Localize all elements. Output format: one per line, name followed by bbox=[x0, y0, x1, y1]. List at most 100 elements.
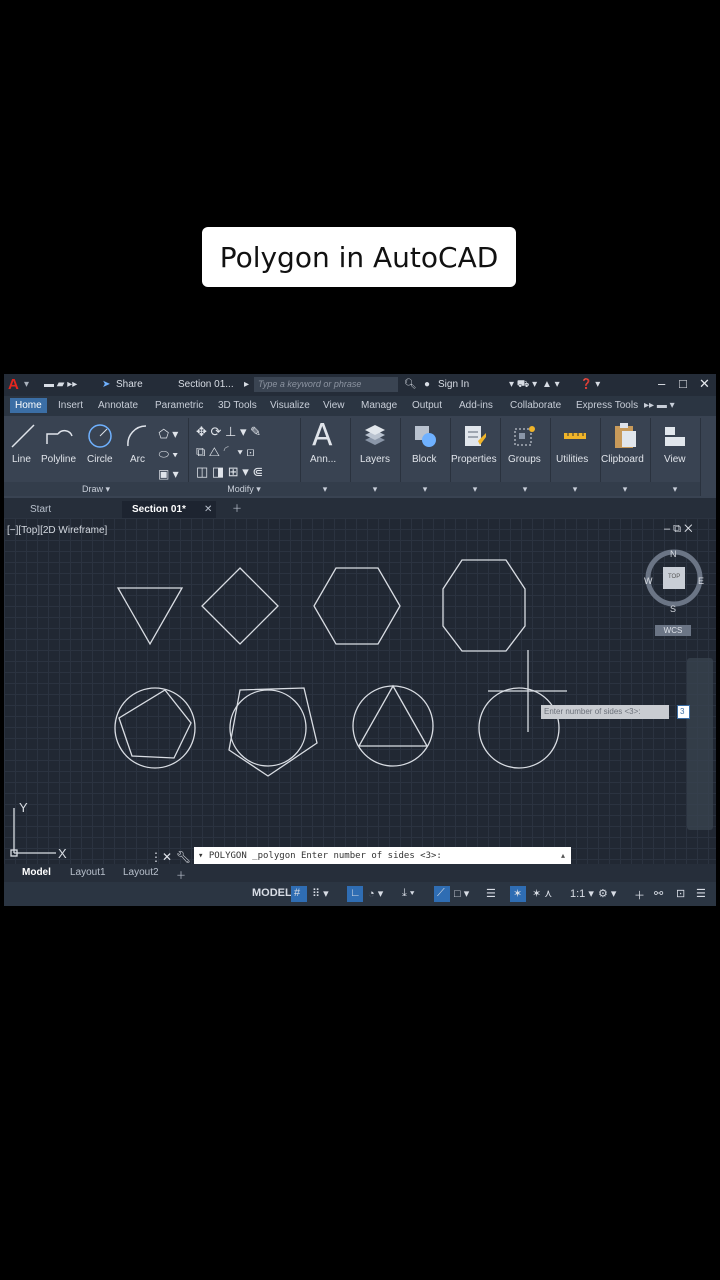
dropdown-icon[interactable]: ▾ bbox=[24, 379, 29, 390]
annotation-button[interactable]: Ann... bbox=[310, 454, 336, 465]
search-input[interactable]: Type a keyword or phrase bbox=[254, 377, 398, 392]
line-button[interactable]: Line bbox=[12, 454, 31, 465]
tab-annotate[interactable]: Annotate bbox=[98, 400, 138, 411]
workspace-gear-icon[interactable]: ⚙ ▾ bbox=[598, 887, 616, 900]
groups-panel-expander[interactable]: ▾ bbox=[500, 482, 550, 496]
clipboard-icon[interactable] bbox=[612, 421, 638, 449]
circle-icon[interactable] bbox=[86, 422, 114, 450]
compass-west[interactable]: W bbox=[644, 576, 653, 586]
cart-icon[interactable]: ▾ ⛟ ▾ bbox=[509, 379, 537, 392]
layers-button[interactable]: Layers bbox=[360, 454, 390, 465]
view-panel-expander[interactable]: ▾ bbox=[650, 482, 700, 496]
customize-icon[interactable]: 🔧︎ bbox=[176, 850, 191, 864]
command-close-icon[interactable]: ⋮✕ bbox=[150, 850, 172, 864]
measure-icon[interactable] bbox=[562, 423, 588, 449]
tab-section-01-label: Section 01* bbox=[132, 504, 186, 515]
clean-screen-icon[interactable]: ⊡ bbox=[676, 887, 685, 900]
more-tabs-icon[interactable]: ▸▸ ▬ ▾ bbox=[644, 400, 675, 411]
tab-layout1[interactable]: Layout1 bbox=[70, 867, 106, 878]
properties-icon[interactable] bbox=[462, 423, 488, 449]
sign-in-button[interactable]: Sign In bbox=[438, 379, 469, 390]
drawing-viewport[interactable]: [−][Top][2D Wireframe] – ⧉ ✕ Y X N S E W… bbox=[4, 518, 716, 866]
tab-add-ins[interactable]: Add-ins bbox=[459, 400, 493, 411]
properties-button[interactable]: Properties bbox=[451, 454, 497, 465]
tab-layout2[interactable]: Layout2 bbox=[123, 867, 159, 878]
navigation-bar[interactable] bbox=[687, 658, 713, 830]
block-panel-expander[interactable]: ▾ bbox=[400, 482, 450, 496]
tab-insert[interactable]: Insert bbox=[58, 400, 83, 411]
close-icon[interactable]: ✕ bbox=[699, 376, 710, 392]
arc-button[interactable]: Arc bbox=[130, 454, 145, 465]
clipboard-panel-expander[interactable]: ▾ bbox=[600, 482, 650, 496]
close-tab-icon[interactable]: ✕ bbox=[204, 501, 212, 518]
arc-icon[interactable] bbox=[124, 422, 150, 450]
share-button[interactable]: Share bbox=[116, 379, 143, 390]
polar-icon[interactable]: ◔ ▾ bbox=[368, 887, 383, 900]
annotation-panel-expander[interactable]: ▾ bbox=[300, 482, 350, 496]
plus-icon[interactable]: ＋ bbox=[634, 887, 645, 903]
tab-section-01[interactable]: Section 01* bbox=[122, 501, 216, 518]
customization-menu-icon[interactable]: ☰ bbox=[696, 887, 706, 900]
tab-model[interactable]: Model bbox=[22, 867, 51, 878]
tab-express-tools[interactable]: Express Tools bbox=[576, 400, 638, 411]
share-icon[interactable]: ➤ bbox=[102, 379, 110, 390]
text-icon[interactable]: A bbox=[312, 418, 333, 453]
clipboard-button[interactable]: Clipboard bbox=[601, 454, 644, 465]
drawing-canvas[interactable] bbox=[4, 518, 716, 864]
annotation-scale[interactable]: 1:1 ▾ bbox=[570, 887, 594, 900]
draw-panel-label[interactable]: Draw ▾ bbox=[4, 482, 188, 496]
line-icon[interactable] bbox=[10, 422, 36, 450]
hardware-acceleration-icon[interactable]: ⚯ bbox=[654, 887, 663, 900]
tab-home[interactable]: Home bbox=[10, 398, 47, 413]
tab-parametric[interactable]: Parametric bbox=[155, 400, 203, 411]
modify-panel-label[interactable]: Modify ▾ bbox=[188, 482, 300, 496]
autocad-logo-icon[interactable]: A bbox=[8, 377, 22, 392]
add-layout-icon[interactable]: ＋ bbox=[176, 867, 186, 882]
view-icon[interactable] bbox=[662, 423, 688, 449]
layers-icon[interactable] bbox=[362, 423, 388, 449]
osnap-tracking-icon[interactable]: ⤓ ▾ bbox=[402, 887, 415, 900]
tab-manage[interactable]: Manage bbox=[361, 400, 397, 411]
utilities-button[interactable]: Utilities bbox=[556, 454, 588, 465]
layers-panel-expander[interactable]: ▾ bbox=[350, 482, 400, 496]
quick-access-icons[interactable]: ▬ ▰ ▸▸ bbox=[44, 379, 77, 390]
tab-3d-tools[interactable]: 3D Tools bbox=[218, 400, 257, 411]
maximize-icon[interactable]: □ bbox=[679, 376, 687, 391]
model-space-button[interactable]: MODEL bbox=[252, 887, 292, 899]
tab-collaborate[interactable]: Collaborate bbox=[510, 400, 561, 411]
compass-south[interactable]: S bbox=[670, 604, 676, 614]
modify-tools-icons[interactable]: ✥ ⟳ ⊥ ▾ ✎ ⧉ △ ◜ ▾ ⊡ ◫ ◨ ⊞ ▾ ⋐ bbox=[196, 422, 263, 482]
autoscale-icon[interactable]: ✶ ⋏ bbox=[532, 887, 552, 900]
grid-icon: # bbox=[294, 887, 301, 899]
groups-button[interactable]: Groups bbox=[508, 454, 541, 465]
compass-north[interactable]: N bbox=[670, 549, 677, 559]
block-button[interactable]: Block bbox=[412, 454, 436, 465]
block-icon[interactable] bbox=[412, 423, 438, 449]
dynamic-input-field[interactable]: 3 bbox=[677, 705, 690, 719]
viewcube-top[interactable]: TOP bbox=[668, 574, 680, 580]
tab-output[interactable]: Output bbox=[412, 400, 442, 411]
utilities-panel-expander[interactable]: ▾ bbox=[550, 482, 600, 496]
minimize-icon[interactable]: – bbox=[658, 376, 665, 391]
osnap-icon[interactable]: □ ▾ bbox=[454, 887, 469, 900]
tab-view[interactable]: View bbox=[323, 400, 345, 411]
search-icon[interactable]: 🔍︎ bbox=[404, 379, 417, 390]
new-tab-icon[interactable]: ＋ bbox=[232, 501, 242, 518]
ucs-icon bbox=[10, 808, 56, 857]
tab-visualize[interactable]: Visualize bbox=[270, 400, 310, 411]
draw-extra-icons[interactable]: ⬠ ▾ ⬭ ▾ ▣ ▾ bbox=[158, 424, 179, 484]
wcs-menu[interactable]: WCS bbox=[655, 625, 691, 636]
snap-icon[interactable]: ⠿ ▾ bbox=[312, 887, 329, 900]
compass-east[interactable]: E bbox=[698, 576, 704, 586]
help-icon[interactable]: ❓ ▾ bbox=[580, 379, 600, 390]
command-history-icon[interactable]: ▴ bbox=[561, 851, 565, 860]
groups-icon[interactable] bbox=[512, 423, 538, 449]
lineweight-icon[interactable]: ☰ bbox=[486, 887, 496, 900]
view-button[interactable]: View bbox=[664, 454, 686, 465]
circle-button[interactable]: Circle bbox=[87, 454, 113, 465]
tab-start[interactable]: Start bbox=[30, 501, 51, 518]
properties-panel-expander[interactable]: ▾ bbox=[450, 482, 500, 496]
autodesk-icon[interactable]: ▲ ▾ bbox=[542, 379, 560, 390]
polyline-button[interactable]: Polyline bbox=[41, 454, 76, 465]
polyline-icon[interactable] bbox=[44, 424, 74, 448]
